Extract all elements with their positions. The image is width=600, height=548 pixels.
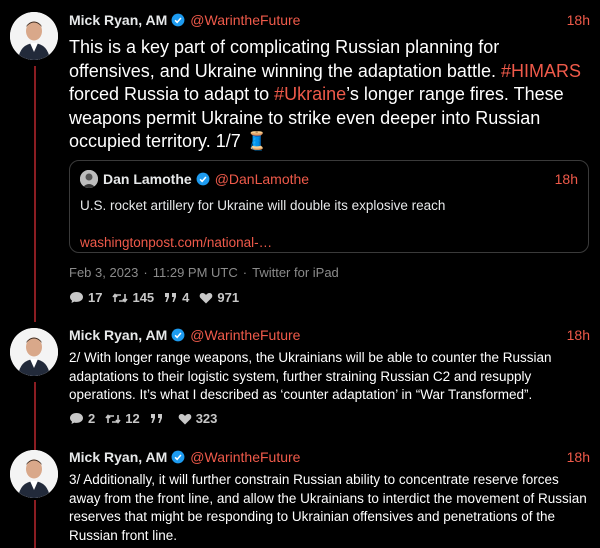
- author-name[interactable]: Mick Ryan, AM: [69, 449, 167, 465]
- quote-icon: [150, 414, 162, 423]
- author-name[interactable]: Mick Ryan, AM: [69, 12, 167, 28]
- tweet-stats: 2 12 323: [69, 411, 227, 426]
- quote-button[interactable]: 4: [164, 290, 189, 305]
- retweet-count: 12: [125, 411, 140, 426]
- avatar[interactable]: [10, 328, 58, 376]
- verified-badge-icon: [196, 172, 210, 186]
- tweet[interactable]: Mick Ryan, AM @WarintheFuture 18h This i…: [0, 0, 600, 320]
- quoted-avatar[interactable]: [80, 170, 98, 188]
- author-handle[interactable]: @WarintheFuture: [190, 449, 300, 465]
- author-handle[interactable]: @WarintheFuture: [190, 12, 300, 28]
- like-button[interactable]: 323: [178, 411, 218, 426]
- tweet-text: 3/ Additionally, it will further constra…: [69, 472, 587, 543]
- avatar[interactable]: [10, 450, 58, 498]
- reply-count: 17: [88, 290, 103, 305]
- like-button[interactable]: 971: [199, 290, 239, 305]
- tweet-time[interactable]: 18h: [567, 449, 590, 465]
- author-name[interactable]: Mick Ryan, AM: [69, 327, 167, 343]
- tweet-time[interactable]: 18h: [567, 327, 590, 343]
- tweet[interactable]: Mick Ryan, AM @WarintheFuture 18h 2/ Wit…: [0, 320, 600, 442]
- like-count: 323: [195, 411, 218, 426]
- comment-icon: [70, 413, 83, 424]
- reply-button[interactable]: 2: [69, 411, 95, 426]
- retweet-icon: [105, 413, 121, 424]
- tweet-text: This is a key part of complicating Russi…: [69, 37, 581, 151]
- quoted-tweet-time[interactable]: 18h: [555, 171, 578, 187]
- tweet-time[interactable]: 18h: [567, 12, 590, 28]
- reply-button[interactable]: 17: [69, 290, 102, 305]
- avatar[interactable]: [10, 12, 58, 60]
- quoted-author-handle[interactable]: @DanLamothe: [215, 171, 309, 187]
- quoted-tweet[interactable]: Dan Lamothe @DanLamothe 18h U.S. rocket …: [69, 160, 589, 253]
- reply-count: 2: [88, 411, 96, 426]
- like-count: 971: [217, 290, 240, 305]
- hashtag-link[interactable]: #Ukraine: [274, 84, 346, 104]
- verified-badge-icon: [171, 13, 185, 27]
- tweet-date[interactable]: Feb 3, 2023: [69, 265, 138, 280]
- quoted-author-name[interactable]: Dan Lamothe: [103, 171, 192, 187]
- tweet-client: Twitter for iPad: [252, 265, 339, 280]
- tweet[interactable]: Mick Ryan, AM @WarintheFuture 18h 3/ Add…: [0, 442, 600, 548]
- quote-count: 4: [182, 290, 190, 305]
- quoted-link[interactable]: washingtonpost.com/national-…: [80, 235, 272, 250]
- tweet-timestamp: 11:29 PM UTC: [152, 265, 238, 280]
- retweet-icon: [112, 292, 129, 303]
- tweet-text: 2/ With longer range weapons, the Ukrain…: [69, 350, 552, 402]
- heart-icon: [178, 413, 192, 424]
- verified-badge-icon: [171, 328, 185, 342]
- thread-emoji: 🧵: [245, 131, 269, 151]
- tweet-meta: Feb 3, 2023 · 11:29 PM UTC · Twitter for…: [69, 265, 339, 280]
- comment-icon: [70, 292, 83, 303]
- retweet-count: 145: [132, 290, 155, 305]
- verified-badge-icon: [171, 450, 185, 464]
- author-handle[interactable]: @WarintheFuture: [190, 327, 300, 343]
- retweet-button[interactable]: 145: [112, 290, 154, 305]
- tweet-stats: 17 145 4 971: [69, 290, 249, 305]
- quote-button[interactable]: [150, 413, 168, 424]
- quote-icon: [165, 293, 177, 302]
- retweet-button[interactable]: 12: [105, 411, 140, 426]
- heart-icon: [200, 292, 213, 303]
- hashtag-link[interactable]: #HIMARS: [501, 61, 581, 81]
- quoted-tweet-text: U.S. rocket artillery for Ukraine will d…: [80, 198, 446, 213]
